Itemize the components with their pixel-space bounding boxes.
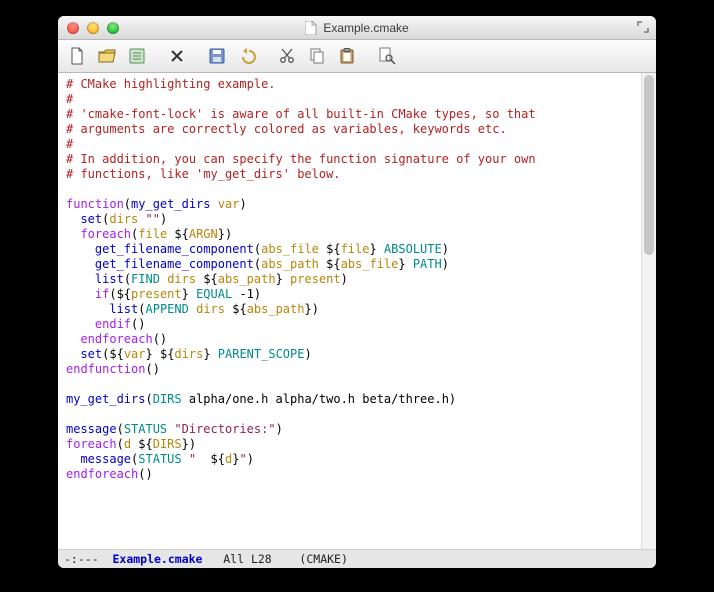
expand-icon[interactable] [636, 20, 650, 34]
new-file-button[interactable] [64, 44, 90, 68]
titlebar: Example.cmake [58, 16, 656, 40]
editor-window: Example.cmake [58, 16, 656, 568]
editor-area: # CMake highlighting example. # # 'cmake… [58, 73, 656, 549]
cut-button[interactable] [274, 44, 300, 68]
toolbar [58, 40, 656, 73]
close-buffer-button[interactable] [164, 44, 190, 68]
undo-button[interactable] [234, 44, 260, 68]
scrollbar[interactable] [641, 73, 656, 549]
title-wrap: Example.cmake [58, 21, 656, 35]
dired-button[interactable] [124, 44, 150, 68]
search-button[interactable] [374, 44, 400, 68]
paste-button[interactable] [334, 44, 360, 68]
modeline-mode: (CMAKE) [299, 550, 347, 568]
window-title: Example.cmake [323, 21, 408, 35]
modeline: -:--- Example.cmake All L28 (CMAKE) [58, 549, 656, 568]
modeline-position: All L28 [202, 550, 299, 568]
modeline-flags: -:--- [64, 550, 112, 568]
file-icon [305, 21, 317, 35]
copy-button[interactable] [304, 44, 330, 68]
window-controls [67, 22, 119, 34]
open-file-button[interactable] [94, 44, 120, 68]
minimize-window-button[interactable] [87, 22, 99, 34]
close-window-button[interactable] [67, 22, 79, 34]
modeline-filename: Example.cmake [112, 550, 202, 568]
scrollbar-thumb[interactable] [644, 75, 654, 255]
zoom-window-button[interactable] [107, 22, 119, 34]
code-buffer[interactable]: # CMake highlighting example. # # 'cmake… [58, 73, 641, 549]
save-button[interactable] [204, 44, 230, 68]
